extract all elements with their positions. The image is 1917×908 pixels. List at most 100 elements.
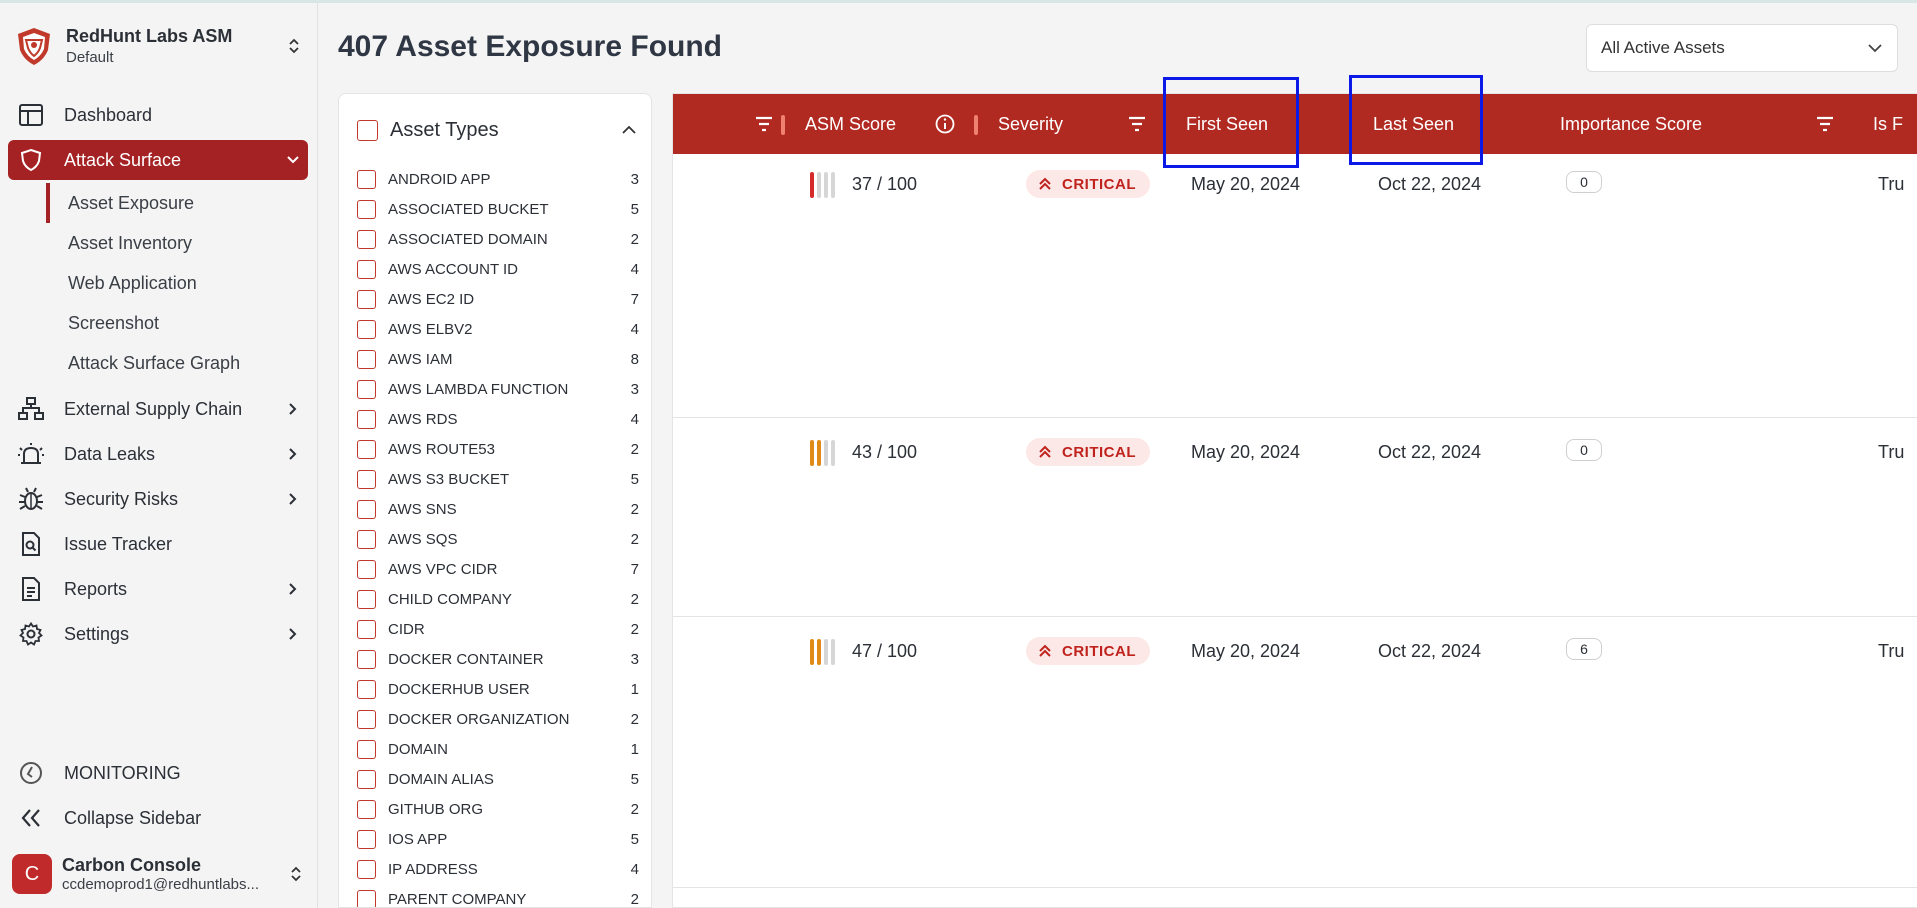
- subnav-asset-exposure[interactable]: Asset Exposure: [46, 183, 308, 223]
- asset-type-option[interactable]: DOCKER ORGANIZATION 2: [357, 704, 639, 734]
- subnav-attack-surface-graph[interactable]: Attack Surface Graph: [50, 343, 308, 383]
- asset-type-option[interactable]: AWS SNS 2: [357, 494, 639, 524]
- org-switcher[interactable]: RedHunt Labs ASM Default: [14, 21, 304, 71]
- asset-type-checkbox[interactable]: [357, 289, 376, 309]
- asset-type-option[interactable]: AWS RDS 4: [357, 404, 639, 434]
- asset-type-checkbox[interactable]: [357, 319, 376, 339]
- asset-type-checkbox[interactable]: [357, 709, 376, 729]
- asset-type-checkbox[interactable]: [357, 379, 376, 399]
- asset-type-label: AWS ELBV2: [388, 320, 473, 338]
- score-bar: [817, 440, 821, 466]
- chevrons-up-icon: [1039, 177, 1051, 190]
- asset-type-checkbox[interactable]: [357, 469, 376, 489]
- asset-type-checkbox[interactable]: [357, 499, 376, 519]
- filter-icon[interactable]: [1126, 113, 1148, 135]
- asset-type-checkbox[interactable]: [357, 409, 376, 429]
- col-severity[interactable]: Severity: [998, 94, 1063, 154]
- nav-security-risks[interactable]: Security Risks: [8, 479, 308, 519]
- asset-type-checkbox[interactable]: [357, 649, 376, 669]
- nav-issue-tracker-label: Issue Tracker: [64, 533, 173, 554]
- asset-type-option[interactable]: AWS S3 BUCKET 5: [357, 464, 639, 494]
- asset-type-checkbox[interactable]: [357, 889, 376, 907]
- col-last-seen[interactable]: Last Seen: [1373, 94, 1454, 154]
- asset-type-option[interactable]: ANDROID APP 3: [357, 164, 639, 194]
- asset-type-label: CHILD COMPANY: [388, 590, 512, 608]
- score-bar: [824, 440, 828, 466]
- asset-type-option[interactable]: AWS ELBV2 4: [357, 314, 639, 344]
- score-bar: [817, 639, 821, 665]
- asset-type-label: GITHUB ORG: [388, 800, 484, 818]
- asset-type-checkbox[interactable]: [357, 229, 376, 249]
- subnav-web-application[interactable]: Web Application: [50, 263, 308, 303]
- col-importance-score[interactable]: Importance Score: [1560, 94, 1702, 154]
- filter-icon[interactable]: [753, 113, 775, 135]
- asset-type-checkbox[interactable]: [357, 259, 376, 279]
- asset-type-checkbox[interactable]: [357, 529, 376, 549]
- nav-external-supply-chain[interactable]: External Supply Chain: [8, 389, 308, 429]
- user-menu[interactable]: C Carbon Console ccdemoprod1@redhuntlabs…: [12, 850, 304, 898]
- severity-badge: CRITICAL: [1026, 637, 1150, 665]
- asm-score-value: 37 / 100: [852, 174, 918, 194]
- asset-type-checkbox[interactable]: [357, 859, 376, 879]
- asset-scope-select[interactable]: All Active Assets: [1586, 24, 1898, 72]
- nav-attack-surface[interactable]: Attack Surface: [8, 140, 308, 180]
- table-row[interactable]: 47 / 100 CRITICAL May 20, 2024 Oct 22, 2024…: [673, 617, 1917, 888]
- subnav-asset-inventory[interactable]: Asset Inventory: [50, 223, 308, 263]
- asset-type-option[interactable]: IOS APP 5: [357, 824, 639, 854]
- asset-types-header[interactable]: Asset Types: [357, 114, 637, 146]
- asset-type-checkbox[interactable]: [357, 169, 376, 189]
- asset-type-option[interactable]: DOMAIN ALIAS 5: [357, 764, 639, 794]
- table-row[interactable]: 43 / 100 CRITICAL May 20, 2024 Oct 22, 2024…: [673, 418, 1917, 617]
- collapse-sidebar-button[interactable]: Collapse Sidebar: [8, 798, 308, 838]
- asset-type-checkbox[interactable]: [357, 679, 376, 699]
- nav-issue-tracker[interactable]: Issue Tracker: [8, 524, 308, 564]
- nav-settings[interactable]: Settings: [8, 614, 308, 654]
- asset-type-label: AWS S3 BUCKET: [388, 470, 510, 488]
- col-first-seen[interactable]: First Seen: [1186, 94, 1268, 154]
- asset-type-checkbox[interactable]: [357, 199, 376, 219]
- nav-data-leaks[interactable]: Data Leaks: [8, 434, 308, 474]
- score-bar: [831, 440, 835, 466]
- asset-type-checkbox[interactable]: [357, 349, 376, 369]
- asset-type-option[interactable]: PARENT COMPANY 2: [357, 884, 639, 907]
- chevron-up-icon[interactable]: [621, 125, 637, 135]
- asset-type-checkbox[interactable]: [357, 439, 376, 459]
- asset-type-option[interactable]: AWS VPC CIDR 7: [357, 554, 639, 584]
- asset-type-option[interactable]: IP ADDRESS 4: [357, 854, 639, 884]
- table-row[interactable]: 37 / 100 CRITICAL May 20, 2024 Oct 22, 2024…: [673, 154, 1917, 418]
- nav-reports[interactable]: Reports: [8, 569, 308, 609]
- asset-type-checkbox[interactable]: [357, 589, 376, 609]
- asset-type-option[interactable]: AWS EC2 ID 7: [357, 284, 639, 314]
- subnav-screenshot[interactable]: Screenshot: [50, 303, 308, 343]
- asset-type-checkbox[interactable]: [357, 619, 376, 639]
- first-seen-value: May 20, 2024: [1191, 442, 1301, 462]
- asset-type-checkbox[interactable]: [357, 799, 376, 819]
- asset-type-checkbox[interactable]: [357, 559, 376, 579]
- asset-type-option[interactable]: CHILD COMPANY 2: [357, 584, 639, 614]
- nav-dashboard[interactable]: Dashboard: [8, 95, 308, 135]
- asset-type-option[interactable]: ASSOCIATED DOMAIN 2: [357, 224, 639, 254]
- column-divider[interactable]: [781, 115, 785, 135]
- asset-type-option[interactable]: GITHUB ORG 2: [357, 794, 639, 824]
- asset-type-option[interactable]: DOMAIN 1: [357, 734, 639, 764]
- asset-type-checkbox[interactable]: [357, 739, 376, 759]
- asset-type-checkbox[interactable]: [357, 829, 376, 849]
- asset-type-option[interactable]: AWS LAMBDA FUNCTION 3: [357, 374, 639, 404]
- asset-type-option[interactable]: ASSOCIATED BUCKET 5: [357, 194, 639, 224]
- nav-attack-surface-label: Attack Surface: [64, 149, 182, 170]
- asset-type-option[interactable]: AWS SQS 2: [357, 524, 639, 554]
- asset-type-option[interactable]: AWS ACCOUNT ID 4: [357, 254, 639, 284]
- col-is[interactable]: Is F: [1873, 94, 1903, 154]
- column-divider[interactable]: [974, 115, 978, 135]
- col-asm-score[interactable]: ASM Score: [805, 94, 896, 154]
- asset-type-option[interactable]: DOCKER CONTAINER 3: [357, 644, 639, 674]
- filter-icon[interactable]: [1814, 113, 1836, 135]
- select-all-checkbox[interactable]: [357, 119, 378, 141]
- asset-type-option[interactable]: AWS IAM 8: [357, 344, 639, 374]
- asset-type-checkbox[interactable]: [357, 769, 376, 789]
- asset-type-option[interactable]: DOCKERHUB USER 1: [357, 674, 639, 704]
- asset-type-option[interactable]: CIDR 2: [357, 614, 639, 644]
- asset-type-option[interactable]: AWS ROUTE53 2: [357, 434, 639, 464]
- nav-monitoring[interactable]: MONITORING: [8, 753, 308, 793]
- info-icon[interactable]: [934, 113, 956, 135]
